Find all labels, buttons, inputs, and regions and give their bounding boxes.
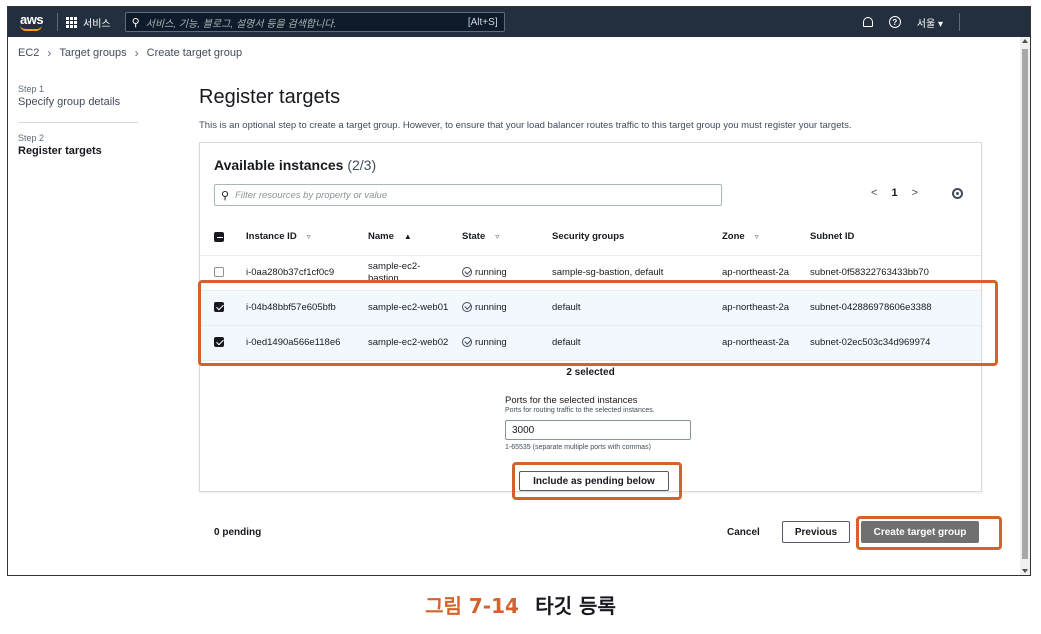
page-scrollbar[interactable] <box>1020 37 1030 575</box>
panel-title: Available instances (2/3) <box>214 157 377 173</box>
figure-title: 타깃 등록 <box>535 594 616 618</box>
page-title: Register targets <box>199 86 341 108</box>
figure-caption: 그림 7-14 타깃 등록 <box>0 590 1041 619</box>
breadcrumb-target-groups[interactable]: Target groups <box>59 47 126 59</box>
search-icon: ⚲ <box>221 189 230 202</box>
step-2-number: Step 2 <box>18 133 45 143</box>
table-row[interactable]: i-0aa280b37cf1cf0c9 sample-ec2-bastion r… <box>200 255 981 291</box>
breadcrumb-current: Create target group <box>146 47 243 59</box>
col-name[interactable]: Name ▲ <box>362 219 456 256</box>
scroll-thumb[interactable] <box>1022 49 1028 559</box>
filter-input[interactable]: ⚲ Filter resources by property or value <box>214 184 722 206</box>
pending-count: 0 pending <box>214 527 262 538</box>
gear-icon[interactable] <box>952 187 963 199</box>
bell-icon[interactable] <box>862 17 873 27</box>
create-target-group-button[interactable]: Create target group <box>861 521 979 543</box>
help-icon[interactable]: ? <box>888 16 901 28</box>
search-icon: ⚲ <box>131 16 140 29</box>
sort-icon: ▿ <box>754 232 759 242</box>
table-row[interactable]: i-0ed1490a566e118e6 sample-ec2-web02 run… <box>200 325 981 361</box>
status-ok-icon <box>462 336 472 347</box>
search-shortcut: [Alt+S] <box>467 16 498 28</box>
chevron-right-icon: › <box>47 46 52 60</box>
selected-count: 2 selected <box>566 367 615 378</box>
table-header: Instance ID ▿ Name ▲ State ▿ Security group… <box>200 219 981 256</box>
breadcrumb: EC2 › Target groups › Create target grou… <box>18 46 242 60</box>
ports-section: Ports for the selected instances Ports f… <box>505 395 755 451</box>
ports-label: Ports for the selected instances <box>505 395 638 406</box>
sort-icon: ▿ <box>495 232 500 242</box>
page-prev-button[interactable]: < <box>871 187 877 199</box>
global-search[interactable]: ⚲ 서비스, 기능, 블로그, 설명서 등을 검색합니다. [Alt+S] <box>124 12 505 32</box>
col-security-groups[interactable]: Security groups <box>546 219 716 256</box>
search-placeholder: 서비스, 기능, 블로그, 설명서 등을 검색합니다. <box>145 18 337 30</box>
page-description: This is an optional step to create a tar… <box>199 120 852 131</box>
top-nav: aws 서비스 ⚲ 서비스, 기능, 블로그, 설명서 등을 검색합니다. [A… <box>8 7 1030 37</box>
services-label: 서비스 <box>83 18 111 30</box>
sort-icon: ▿ <box>306 232 311 242</box>
chevron-right-icon: › <box>134 46 139 60</box>
scroll-down-icon[interactable] <box>1022 569 1028 573</box>
row-checkbox[interactable] <box>214 266 224 277</box>
grid-icon <box>66 16 77 28</box>
aws-logo[interactable]: aws <box>17 11 53 33</box>
step-2-label: Register targets <box>18 145 102 157</box>
region-selector[interactable]: 서울 ▾ <box>917 15 943 30</box>
page-number[interactable]: 1 <box>891 187 897 199</box>
breadcrumb-ec2[interactable]: EC2 <box>18 47 39 59</box>
step-1-number: Step 1 <box>18 84 45 94</box>
col-zone[interactable]: Zone ▿ <box>716 219 804 256</box>
row-checkbox[interactable] <box>214 336 224 347</box>
cancel-button[interactable]: Cancel <box>727 521 760 543</box>
selection-count: (2/3) <box>347 157 377 173</box>
ports-hint: Ports for routing traffic to the selecte… <box>505 407 655 414</box>
select-all-checkbox[interactable] <box>214 231 224 242</box>
row-checkbox[interactable] <box>214 301 224 312</box>
status-ok-icon <box>462 301 472 312</box>
include-pending-button[interactable]: Include as pending below <box>519 471 669 491</box>
wizard-steps: Step 1 Specify group details Step 2 Regi… <box>18 84 148 157</box>
ports-constraint: 1-65535 (separate multiple ports with co… <box>505 444 651 451</box>
previous-button[interactable]: Previous <box>782 521 850 543</box>
col-subnet-id[interactable]: Subnet ID <box>804 219 981 256</box>
figure-number: 그림 7-14 <box>425 594 519 618</box>
scroll-up-icon[interactable] <box>1022 39 1028 43</box>
step-1-label[interactable]: Specify group details <box>18 96 148 108</box>
col-instance-id[interactable]: Instance ID ▿ <box>240 219 362 256</box>
ports-input[interactable]: 3000 <box>505 420 691 440</box>
page-next-button[interactable]: > <box>912 187 918 199</box>
instances-table: Instance ID ▿ Name ▲ State ▿ Security group… <box>200 219 981 361</box>
services-menu[interactable]: 서비스 <box>66 15 111 30</box>
sort-asc-icon: ▲ <box>403 232 412 242</box>
table-row[interactable]: i-04b48bbf57e605bfb sample-ec2-web01 run… <box>200 290 981 326</box>
status-ok-icon <box>462 266 472 277</box>
col-state[interactable]: State ▿ <box>456 219 546 256</box>
available-instances-panel: Available instances (2/3) ⚲ Filter resou… <box>199 142 982 492</box>
pagination: < 1 > <box>871 187 963 199</box>
